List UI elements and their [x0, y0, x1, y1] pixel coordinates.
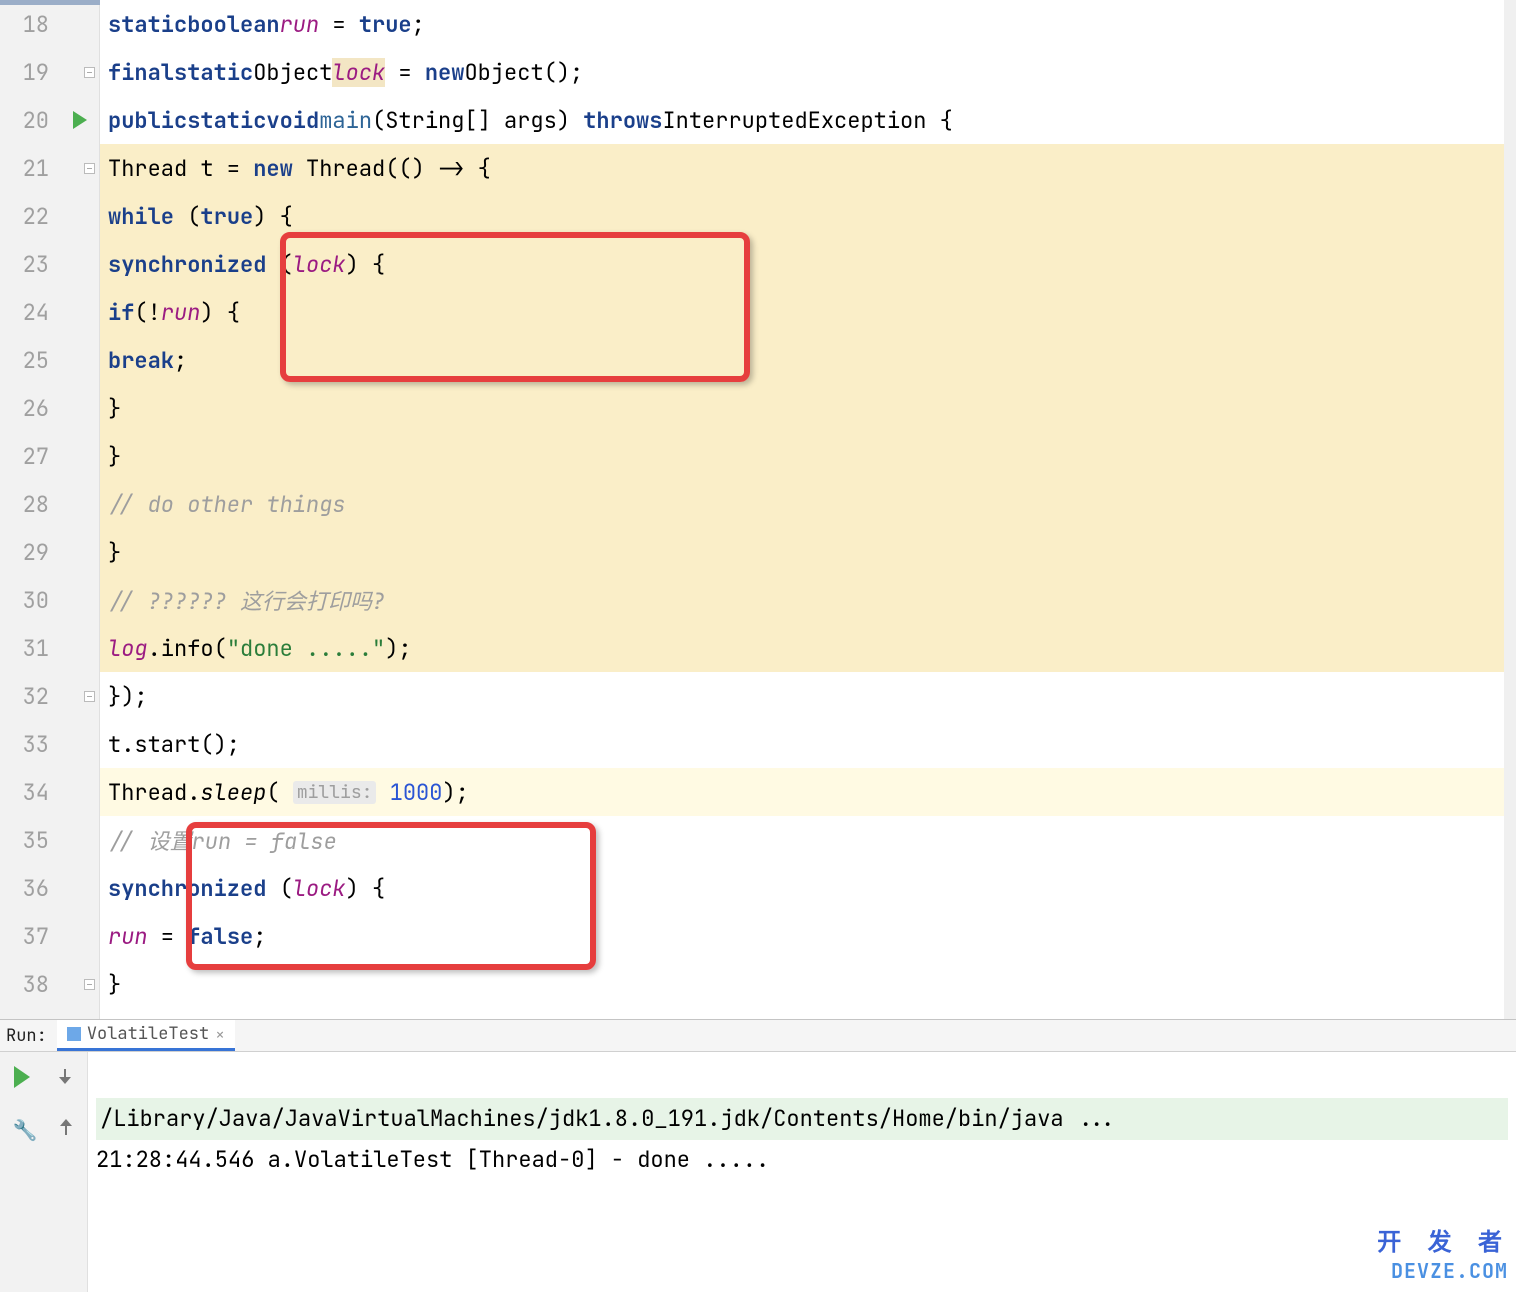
- code-line[interactable]: }: [100, 432, 1516, 480]
- line-number[interactable]: 36: [0, 864, 99, 912]
- gutter: 18 19 20 21 22 23 24 25 26 27 28 29 30 3…: [0, 0, 100, 1019]
- line-number[interactable]: 37: [0, 912, 99, 960]
- line-number[interactable]: 38: [0, 960, 99, 1008]
- editor-area: 18 19 20 21 22 23 24 25 26 27 28 29 30 3…: [0, 0, 1516, 1020]
- run-tabs: Run: VolatileTest ×: [0, 1020, 1516, 1052]
- wrench-icon[interactable]: 🔧: [13, 1117, 33, 1137]
- line-number[interactable]: 20: [0, 96, 99, 144]
- line-number[interactable]: 30: [0, 576, 99, 624]
- run-tab-label: VolatileTest: [87, 1023, 209, 1045]
- line-number[interactable]: 18: [0, 0, 99, 48]
- line-number[interactable]: 19: [0, 48, 99, 96]
- code-line[interactable]: synchronized (lock) {: [100, 864, 1516, 912]
- line-number[interactable]: 28: [0, 480, 99, 528]
- fold-marker-icon[interactable]: [84, 67, 95, 78]
- code-line[interactable]: log.info("done .....");: [100, 624, 1516, 672]
- line-number[interactable]: 33: [0, 720, 99, 768]
- run-tool-window: Run: VolatileTest × 🔧 /Library/Java/Java…: [0, 1020, 1516, 1292]
- code-line[interactable]: Thread.sleep( millis: 1000);: [100, 768, 1516, 816]
- code-line[interactable]: final static Object lock = new Object();: [100, 48, 1516, 96]
- inlay-hint: millis:: [293, 781, 377, 804]
- code-line[interactable]: static boolean run = true;: [100, 0, 1516, 48]
- fold-marker-icon[interactable]: [84, 691, 95, 702]
- code-line[interactable]: synchronized (lock) {: [100, 240, 1516, 288]
- rerun-icon[interactable]: [14, 1066, 30, 1088]
- line-number[interactable]: 35: [0, 816, 99, 864]
- scroll-down-icon[interactable]: [57, 1069, 73, 1085]
- line-number[interactable]: 26: [0, 384, 99, 432]
- line-number[interactable]: 32: [0, 672, 99, 720]
- run-toolbar: 🔧: [0, 1052, 88, 1292]
- code-line[interactable]: });: [100, 672, 1516, 720]
- line-number[interactable]: 29: [0, 528, 99, 576]
- fold-marker-icon[interactable]: [84, 163, 95, 174]
- code-line[interactable]: }: [100, 960, 1516, 1008]
- close-icon[interactable]: ×: [215, 1024, 225, 1045]
- code-editor[interactable]: static boolean run = true; final static …: [100, 0, 1516, 1019]
- line-number[interactable]: 21: [0, 144, 99, 192]
- line-number[interactable]: 27: [0, 432, 99, 480]
- code-line[interactable]: while (true) {: [100, 192, 1516, 240]
- line-number[interactable]: 34: [0, 768, 99, 816]
- code-line[interactable]: Thread t = new Thread(() -> {: [100, 144, 1516, 192]
- code-line[interactable]: public static void main(String[] args) t…: [100, 96, 1516, 144]
- line-number[interactable]: 31: [0, 624, 99, 672]
- line-number[interactable]: 23: [0, 240, 99, 288]
- code-line[interactable]: // 设置run = false: [100, 816, 1516, 864]
- code-line[interactable]: }: [100, 384, 1516, 432]
- vertical-scrollbar[interactable]: [1504, 0, 1516, 1019]
- run-config-icon: [67, 1027, 81, 1041]
- code-line[interactable]: if(!run) {: [100, 288, 1516, 336]
- code-line[interactable]: t.start();: [100, 720, 1516, 768]
- line-number[interactable]: 25: [0, 336, 99, 384]
- console-command-line: /Library/Java/JavaVirtualMachines/jdk1.8…: [96, 1098, 1508, 1140]
- code-line[interactable]: run = false;: [100, 912, 1516, 960]
- line-number[interactable]: 22: [0, 192, 99, 240]
- run-tab[interactable]: VolatileTest ×: [57, 1020, 235, 1051]
- run-gutter-icon[interactable]: [73, 111, 87, 129]
- line-number[interactable]: 24: [0, 288, 99, 336]
- fold-marker-icon[interactable]: [84, 979, 95, 990]
- console-output[interactable]: /Library/Java/JavaVirtualMachines/jdk1.8…: [88, 1052, 1516, 1292]
- console-log-line: 21:28:44.546 a.VolatileTest [Thread-0] -…: [96, 1145, 769, 1174]
- code-line[interactable]: }: [100, 528, 1516, 576]
- code-line[interactable]: // do other things: [100, 480, 1516, 528]
- code-line[interactable]: break;: [100, 336, 1516, 384]
- run-panel-label: Run:: [0, 1021, 57, 1051]
- code-line[interactable]: // ?????? 这行会打印吗?: [100, 576, 1516, 624]
- scroll-up-icon[interactable]: [58, 1119, 74, 1135]
